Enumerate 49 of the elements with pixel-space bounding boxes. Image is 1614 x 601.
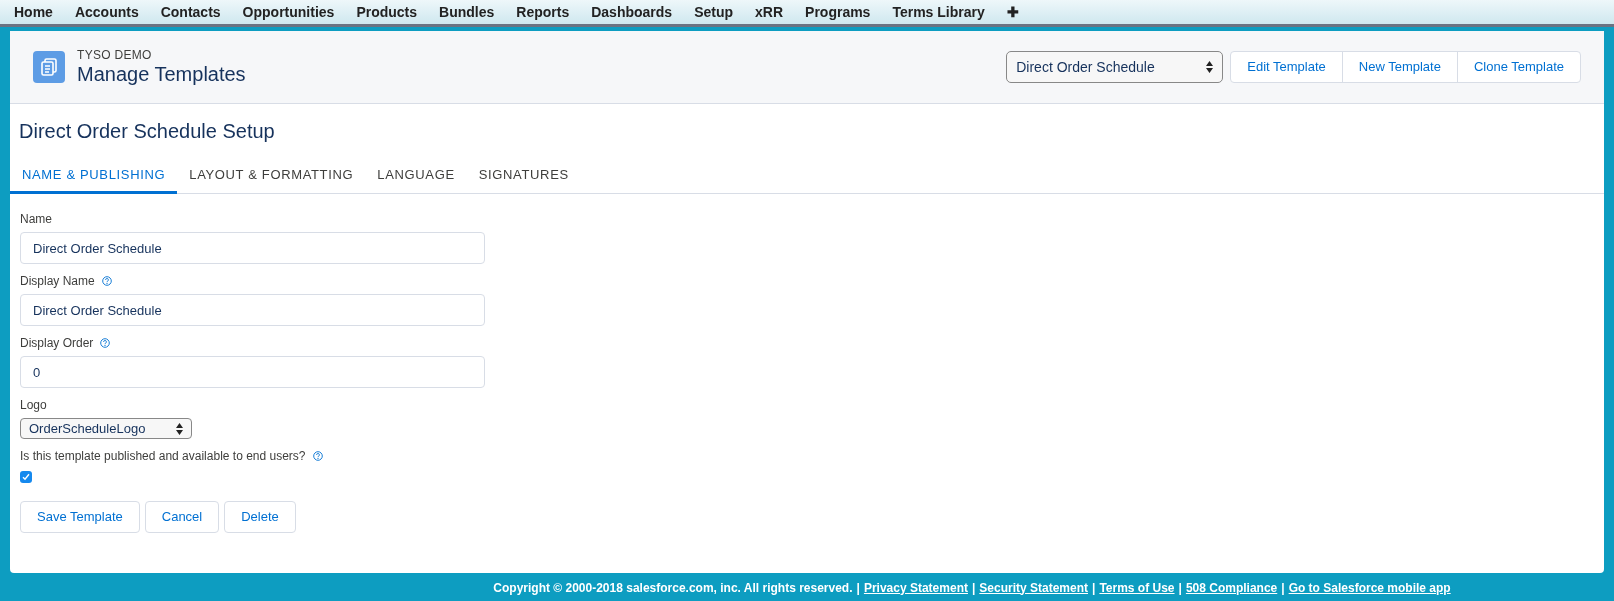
- field-label: Display Order: [20, 335, 94, 352]
- separator: |: [856, 579, 860, 597]
- copyright-text: Copyright © 2000-2018 salesforce.com, inc. All rights reserved.: [493, 579, 853, 597]
- tab[interactable]: LAYOUT & FORMATTING: [177, 159, 366, 194]
- tab[interactable]: SIGNATURES: [466, 159, 581, 194]
- form-button[interactable]: Delete: [224, 501, 296, 533]
- checkbox[interactable]: [20, 471, 32, 483]
- nav-tab[interactable]: ✚: [1006, 1, 1019, 23]
- nav-tab[interactable]: Dashboards: [591, 1, 673, 23]
- header-button[interactable]: Clone Template: [1456, 52, 1580, 82]
- nav-tab[interactable]: Opportunities: [242, 1, 335, 23]
- text-field[interactable]: Direct Order Schedule: [20, 294, 485, 326]
- nav-tab[interactable]: Bundles: [439, 1, 495, 23]
- nav-tab[interactable]: Products: [356, 1, 418, 23]
- header-button[interactable]: Edit Template: [1231, 52, 1342, 82]
- nav-tab[interactable]: Reports: [516, 1, 570, 23]
- field-label: Display Name: [20, 273, 95, 290]
- setup-title: Direct Order Schedule Setup: [18, 119, 276, 144]
- help-icon[interactable]: [100, 338, 111, 348]
- form-button[interactable]: Cancel: [144, 501, 220, 533]
- logo-select[interactable]: OrderScheduleLogo: [20, 418, 192, 439]
- nav-tab[interactable]: Programs: [805, 1, 871, 23]
- help-icon[interactable]: [101, 276, 112, 286]
- form-button[interactable]: Save Template: [20, 501, 140, 533]
- header-button[interactable]: New Template: [1341, 52, 1457, 82]
- tab[interactable]: LANGUAGE: [365, 159, 467, 194]
- separator: |: [1178, 579, 1182, 597]
- text-field[interactable]: 0: [20, 356, 485, 388]
- page-heading: Manage Templates: [77, 62, 246, 86]
- template-select[interactable]: Direct Order Schedule: [1006, 51, 1224, 83]
- select-arrows-icon: [1206, 61, 1214, 73]
- select-arrows-icon: [176, 422, 183, 435]
- nav-tab[interactable]: Accounts: [74, 1, 139, 23]
- separator: |: [1281, 579, 1285, 597]
- separator: |: [971, 579, 976, 597]
- nav-tab[interactable]: Setup: [694, 1, 734, 23]
- nav-tab[interactable]: Terms Library: [892, 1, 985, 23]
- templates-icon: [33, 51, 65, 83]
- text-field[interactable]: Direct Order Schedule: [20, 232, 485, 264]
- field-label: Is this template published and available to end users?: [20, 448, 306, 465]
- app-name: TYSO DEMO: [77, 48, 153, 62]
- separator: |: [1092, 579, 1096, 597]
- nav-tab[interactable]: Contacts: [160, 1, 221, 23]
- field-label: Logo: [20, 397, 47, 414]
- field-label: Name: [20, 211, 52, 228]
- nav-tab[interactable]: xRR: [755, 1, 784, 23]
- help-icon[interactable]: [312, 451, 323, 461]
- tab[interactable]: NAME & PUBLISHING: [10, 159, 178, 194]
- nav-tab[interactable]: Home: [14, 1, 53, 23]
